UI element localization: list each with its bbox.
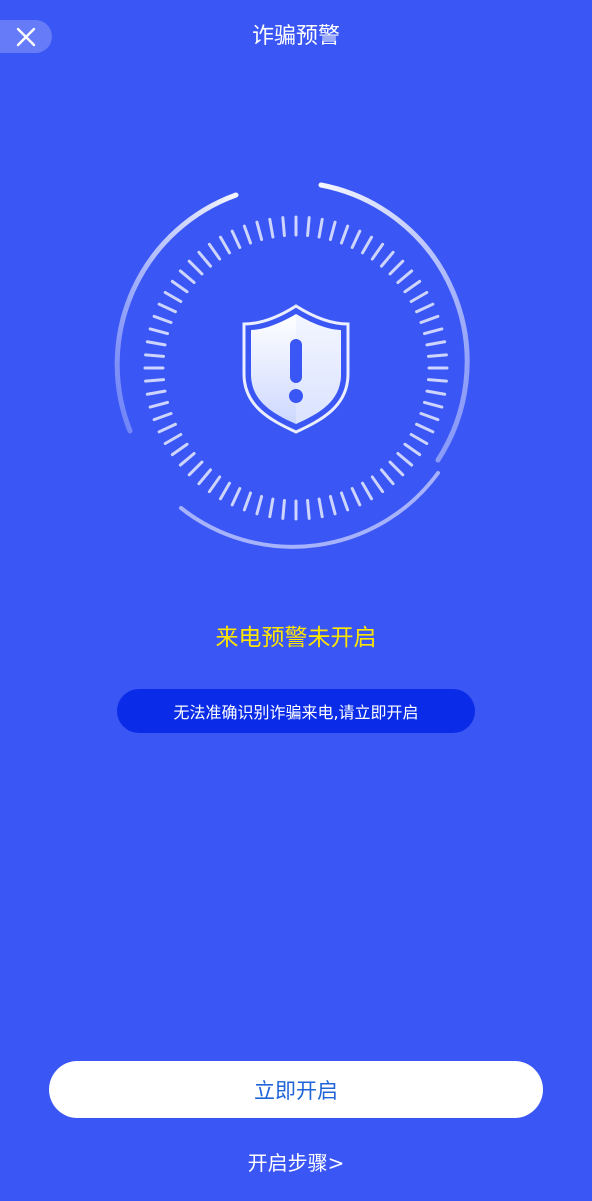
dial-tick [361,481,373,501]
dial-tick [388,259,405,276]
hint-text: 无法准确识别诈骗来电,请立即开启 [173,703,419,722]
page-title: 诈骗预警 [251,24,340,49]
dial-tick [350,487,362,507]
dial-tick [144,353,166,358]
dial-tick [255,220,264,242]
dial-tick [281,498,286,520]
dial-tick [422,400,444,409]
dial-tick [230,229,242,249]
dial-tick [219,481,231,501]
dial-tick [170,442,189,457]
status-text: 来电预警未开启 [215,625,377,651]
dial-tick [187,460,204,477]
shield-alert-icon [242,304,350,434]
dial-tick [403,279,422,294]
dial-tick [306,216,311,238]
dial-tick [170,279,189,294]
dial-tick [317,497,324,519]
dial-tick [419,314,440,325]
dial-tick [422,327,444,336]
dial-tick [281,216,286,238]
dial-tick [396,269,414,285]
dial-tick [379,250,395,268]
dial-tick [230,487,242,507]
outer-arc-left [114,192,239,434]
dial-tick [145,340,167,347]
dial-tick [306,498,311,520]
dial-tick [350,229,362,249]
dial-tick [207,475,222,494]
dial-tick [425,340,447,347]
dial-graphic [114,182,470,549]
dial-tick [145,389,167,396]
dial-tick [419,411,440,422]
dial-tick [255,494,264,516]
dial-tick [207,242,222,261]
dial-tick [409,291,429,303]
dial-tick [187,259,204,276]
dial-tick [268,497,275,519]
enable-steps-link[interactable]: 开启步骤> [0,1148,592,1178]
dial-tick [178,451,196,467]
dial-tick [403,442,422,457]
dial-tick [415,422,435,434]
dial-tick [426,353,448,358]
dial-tick [317,217,324,239]
security-dial [96,168,496,568]
dial-tick [370,475,385,494]
dial-tick [152,411,173,422]
dial-tick [396,451,414,467]
dial-tick [157,422,177,434]
dial-tick [339,224,350,245]
dial-tick [178,269,196,285]
dial-tick [328,494,337,516]
dial-tick [361,235,373,255]
dial-tick [197,250,213,268]
dial-tick [152,314,173,325]
dial-tick [148,327,170,336]
dial-tick [339,491,350,512]
dial-tick [157,302,177,314]
dial-tick [388,460,405,477]
dial-tick [242,491,253,512]
dial-tick [415,302,435,314]
enable-now-button[interactable]: 立即开启 [49,1061,543,1118]
dial-tick [409,433,429,445]
dial-tick [219,235,231,255]
dial-tick [370,242,385,261]
dial-tick [425,389,447,396]
dial-tick [242,224,253,245]
dial-tick [148,400,170,409]
dial-tick [197,468,213,486]
dial-tick [144,378,166,383]
hint-banner: 无法准确识别诈骗来电,请立即开启 [117,689,475,733]
dial-tick [379,468,395,486]
dial-tick [163,433,183,445]
dial-tick [426,378,448,383]
dial-tick [328,220,337,242]
dial-tick [268,217,275,239]
dial-tick [163,291,183,303]
